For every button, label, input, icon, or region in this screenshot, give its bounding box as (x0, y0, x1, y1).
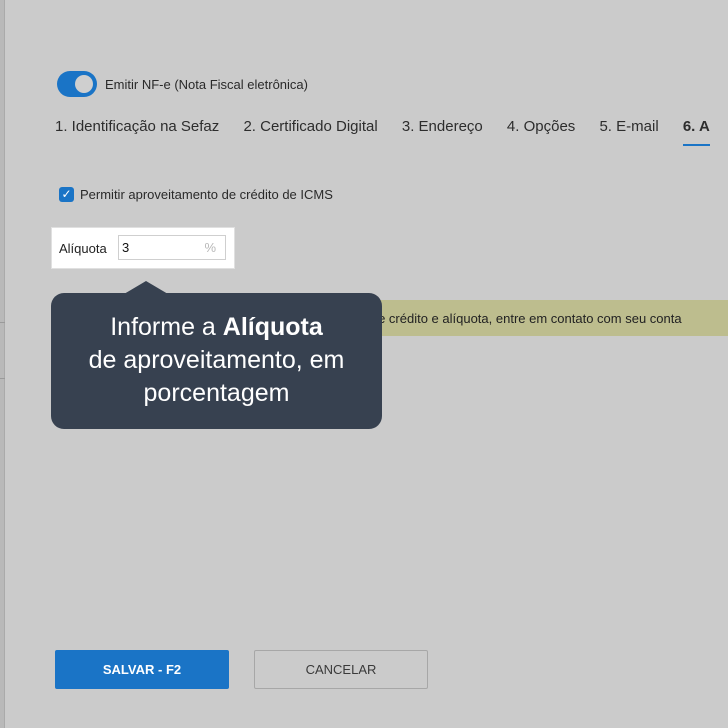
window-left-edge (0, 0, 5, 728)
tooltip-line-1: Informe a Alíquota (51, 311, 382, 344)
aliquota-label: Alíquota (59, 241, 107, 256)
emit-nfe-label: Emitir NF-e (Nota Fiscal eletrônica) (105, 76, 308, 92)
emit-nfe-toggle[interactable] (57, 71, 97, 97)
save-button[interactable]: SALVAR - F2 (55, 650, 229, 689)
tooltip-line-2: de aproveitamento, em (88, 346, 345, 374)
cancel-button[interactable]: CANCELAR (254, 650, 428, 689)
icms-credit-label: Permitir aproveitamento de crédito de IC… (80, 187, 333, 202)
tab-identificacao[interactable]: 1. Identificação na Sefaz (55, 116, 219, 144)
edge-marker (0, 322, 5, 323)
aliquota-highlight: Alíquota 3 % (52, 228, 234, 268)
aliquota-value: 3 (122, 240, 130, 255)
edge-marker (0, 378, 5, 379)
warning-banner: o de crédito e alíquota, entre em contat… (360, 300, 728, 336)
percent-icon: % (204, 240, 216, 255)
warning-text: o de crédito e alíquota, entre em contat… (360, 311, 682, 326)
icms-credit-row: ✓ Permitir aproveitamento de crédito de … (59, 187, 333, 202)
tooltip-text: Informe a (110, 313, 223, 341)
toggle-knob (75, 75, 93, 93)
tab-certificado[interactable]: 2. Certificado Digital (243, 116, 377, 144)
tooltip-line-3: porcentagem (143, 379, 290, 407)
emit-nfe-row: Emitir NF-e (Nota Fiscal eletrônica) (57, 71, 308, 97)
tab-opcoes[interactable]: 4. Opções (507, 116, 575, 144)
aliquota-input[interactable]: 3 % (118, 235, 226, 260)
tooltip-bold: Alíquota (222, 313, 323, 341)
tab-endereco[interactable]: 3. Endereço (402, 116, 483, 144)
tutorial-tooltip: Informe a Alíquota de aproveitamento, em… (51, 293, 382, 429)
tab-active[interactable]: 6. A (682, 116, 710, 146)
icms-credit-checkbox[interactable]: ✓ (59, 187, 74, 202)
tab-bar: 1. Identificação na Sefaz 2. Certificado… (55, 116, 728, 146)
tab-email[interactable]: 5. E-mail (599, 116, 658, 144)
check-icon: ✓ (61, 187, 72, 201)
